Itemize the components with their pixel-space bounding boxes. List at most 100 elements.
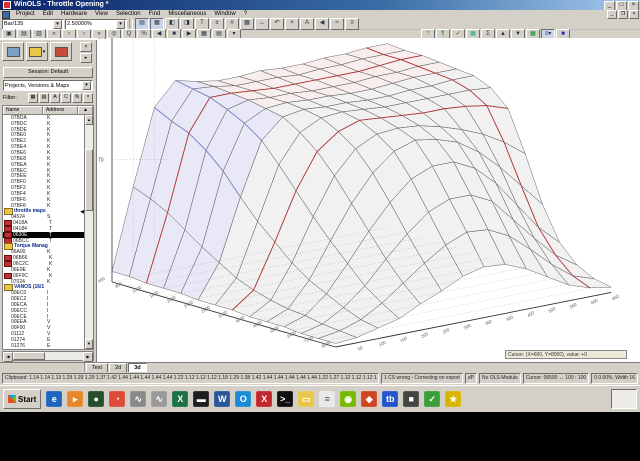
status-bar: Clipboard: 1.14 1.14 1.13 1.29 1.29 1.29… [0, 372, 640, 385]
svg-text:1600: 1600 [149, 289, 160, 298]
projects-versions-maps-combo[interactable]: Projects, Versions & Maps ▾ [3, 80, 93, 91]
scroll-right-icon[interactable]: ▶ [83, 352, 93, 362]
list-icon[interactable]: ≡ [345, 18, 359, 30]
separator [129, 19, 133, 29]
panel-pin-button[interactable]: ▸ [80, 53, 92, 63]
red-app-icon[interactable]: X [256, 391, 273, 407]
chevron-down-icon: ▾ [42, 48, 46, 55]
delete-icon[interactable]: × [285, 18, 299, 30]
child-window-icon[interactable] [2, 10, 10, 19]
blue-app-icon[interactable]: tb [382, 391, 399, 407]
svg-text:650: 650 [611, 293, 620, 301]
child-minimize-button[interactable]: _ [607, 10, 617, 19]
gpu-tool-icon[interactable]: ◉ [340, 391, 357, 407]
panel-close-button[interactable]: × [80, 42, 92, 52]
yellow-app-icon[interactable]: ★ [445, 391, 462, 407]
filter-button-6[interactable]: × [83, 93, 93, 103]
wave-icon[interactable]: ≈ [330, 18, 344, 30]
status-field-4: Cursor: 06590 ↔ 100 : 100 [522, 373, 590, 384]
ie-icon[interactable]: e [46, 391, 63, 407]
chrome-icon[interactable]: ◔ [109, 391, 126, 407]
filter-row: Filter: ▦ ▤ A C% × [0, 92, 96, 104]
terminal-icon[interactable]: >_ [277, 391, 294, 407]
folder-open-icon [28, 46, 42, 57]
green-app-icon[interactable]: ✓ [424, 391, 441, 407]
list-vertical-scrollbar[interactable]: ▲ ▼ [84, 115, 93, 349]
map-list: 07BDA K 07BDC K 07BDE K 07BE0 K 07BE2 K 07BE4 K 07BE… [3, 115, 84, 349]
svg-text:600: 600 [590, 297, 599, 305]
media-player-icon[interactable]: ▸ [67, 391, 84, 407]
folder-icon[interactable]: ▭ [298, 391, 315, 407]
scroll-up-icon[interactable]: ▲ [85, 115, 93, 125]
back-icon[interactable]: ◀ [315, 18, 329, 30]
svg-text:100: 100 [378, 339, 387, 347]
session-button[interactable]: Session: Default [3, 67, 93, 78]
disk-icon [6, 46, 20, 57]
folder-import-icon [54, 46, 68, 57]
column-header-address[interactable]: Address [43, 106, 78, 114]
spinner-icon[interactable]: ▾ [116, 19, 125, 29]
svg-text:300: 300 [463, 322, 472, 330]
title-bar[interactable]: WinOLS - Throttle Opening * _ □ × [0, 0, 640, 11]
word-icon[interactable]: W [214, 391, 231, 407]
swap-icon[interactable]: ↔ [255, 18, 269, 30]
svg-text:450: 450 [526, 310, 535, 318]
scrollbar-thumb[interactable] [85, 149, 93, 211]
filter-button-3[interactable]: A [50, 93, 60, 103]
svg-text:2800: 2800 [200, 304, 211, 313]
child-restore-button[interactable]: ❐ [618, 10, 628, 19]
notepad-icon[interactable]: ≡ [319, 391, 336, 407]
onenote-icon[interactable]: ▬ [193, 391, 210, 407]
svg-text:140: 140 [98, 38, 107, 41]
chevron-down-icon[interactable]: ▾ [82, 81, 91, 90]
unit-combo-value: Bar/135 [4, 21, 24, 27]
font-icon[interactable]: A [300, 18, 314, 30]
swoosh-icon[interactable]: ∿ [130, 391, 147, 407]
swoosh-alt-icon[interactable]: ∿ [151, 391, 168, 407]
child-close-button[interactable]: × [629, 10, 639, 19]
panel-save-button[interactable] [2, 42, 24, 61]
undo-icon[interactable]: ↶ [270, 18, 284, 30]
outlook-icon[interactable]: O [235, 391, 252, 407]
start-button[interactable]: Start [3, 389, 42, 409]
excel-icon[interactable]: X [172, 391, 189, 407]
svg-text:5600: 5600 [269, 324, 280, 333]
utility-icon[interactable]: ◆ [361, 391, 378, 407]
filter-button-4[interactable]: C [61, 93, 71, 103]
sort-ascending-button[interactable]: ▲ [78, 106, 93, 114]
list-horizontal-scrollbar[interactable]: ◀ ▶ [2, 351, 94, 362]
game-icon[interactable]: ● [88, 391, 105, 407]
svg-text:50: 50 [357, 345, 364, 352]
scroll-down-icon[interactable]: ▼ [85, 339, 93, 349]
windows-taskbar: Start e ▸ ● ◔ ∿ ∿ X ▬ W O X >_ ▭ ≡ ◉ ◆ tb ■ ✓ ★ [0, 385, 640, 412]
app-icon [3, 1, 11, 9]
svg-text:250: 250 [442, 327, 451, 335]
grid-icon[interactable]: ▦ [240, 18, 254, 30]
dark-app-icon[interactable]: ■ [403, 391, 420, 407]
filter-button-1[interactable]: ▦ [28, 93, 38, 103]
svg-text:3200: 3200 [217, 309, 228, 318]
column-header-name[interactable]: Name [3, 106, 43, 114]
panel-open-button[interactable]: ▾ [26, 42, 48, 61]
scroll-left-icon[interactable]: ◀ [3, 352, 13, 362]
svg-text:70: 70 [98, 158, 104, 164]
status-field-2: dP [464, 373, 477, 384]
filter-button-5[interactable]: % [72, 93, 82, 103]
start-label: Start [18, 394, 37, 404]
filter-button-2[interactable]: ▤ [39, 93, 49, 103]
spinner-icon[interactable]: ▾ [53, 19, 62, 29]
svg-text:2000: 2000 [166, 294, 177, 303]
system-tray[interactable] [611, 389, 637, 409]
panel-import-button[interactable] [50, 42, 72, 61]
scrollbar-thumb[interactable] [13, 352, 45, 360]
